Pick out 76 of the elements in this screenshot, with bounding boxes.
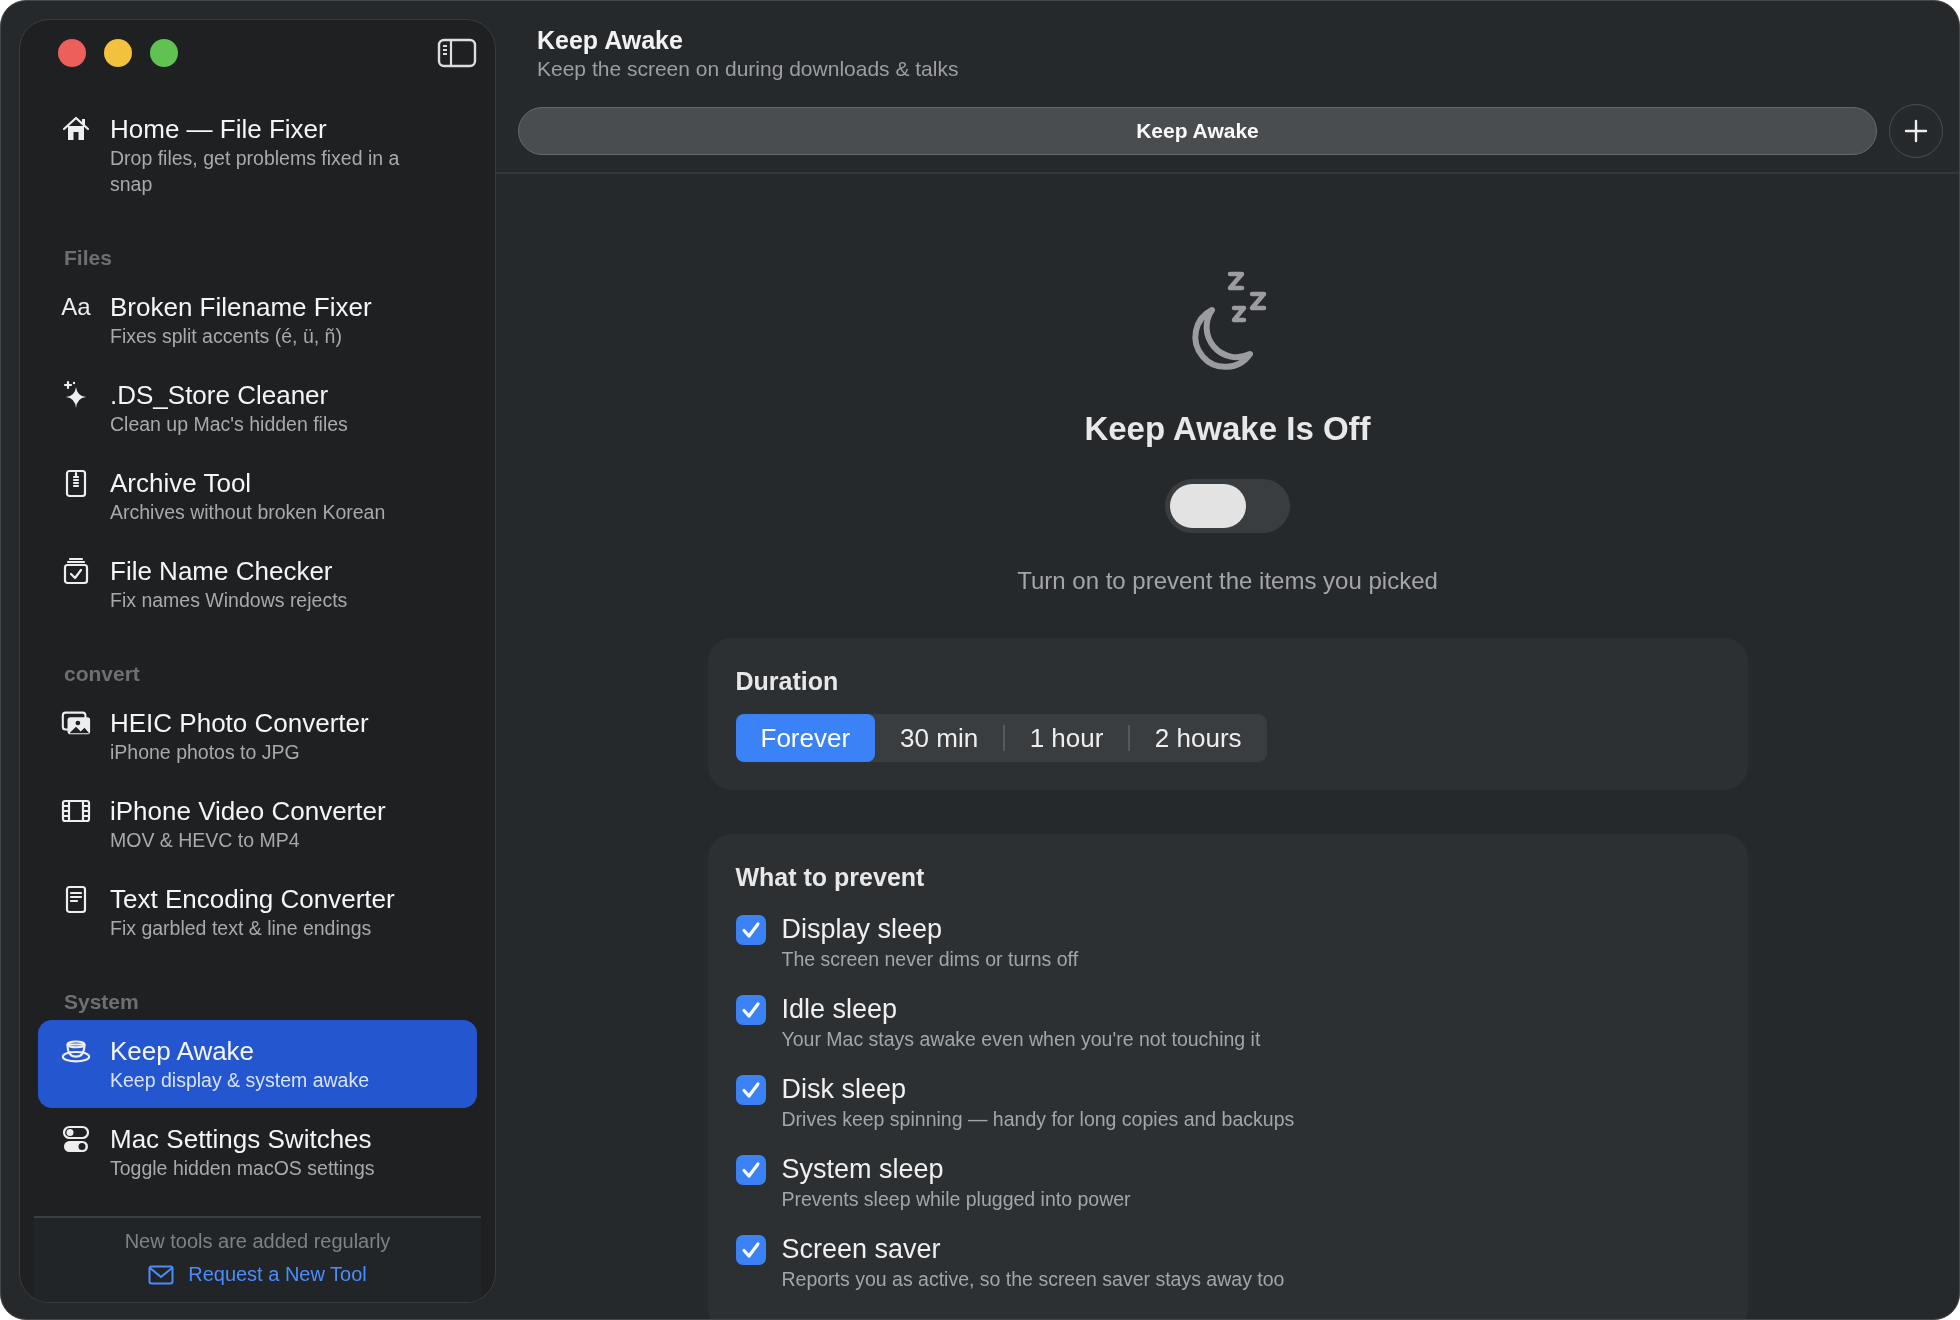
item-subtitle: Fix garbled text & line endings <box>110 916 373 941</box>
card-heading: What to prevent <box>735 862 925 892</box>
sidebar-item[interactable]: Aa Broken Filename Fixer Fixes split accents (é, ü, ñ) <box>38 276 477 364</box>
text-size-icon: Aa <box>61 291 91 323</box>
sidebar-item[interactable]: iPhone Video Converter MOV & HEVC to MP4 <box>38 780 477 868</box>
checkbox[interactable] <box>735 1235 766 1265</box>
option-description: Your Mac stays awake even when you're not touching it <box>781 1027 1261 1052</box>
footer-note: New tools are added regularly <box>124 1230 391 1253</box>
toggles-icon <box>60 1123 92 1155</box>
minimize-button[interactable] <box>104 39 132 67</box>
check-icon <box>739 999 762 1021</box>
sidebar-item[interactable]: Text Encoding Converter Fix garbled text & line endings <box>38 868 477 956</box>
sidebar-item[interactable]: Archive Tool Archives without broken Korean <box>38 452 477 540</box>
sidebar-item[interactable]: HEIC Photo Converter iPhone photos to JPG <box>38 692 477 780</box>
request-tool-link[interactable]: Request a New Tool <box>148 1263 367 1286</box>
checkbox[interactable] <box>735 915 766 945</box>
item-subtitle: Toggle hidden macOS settings <box>110 1156 375 1181</box>
item-subtitle: iPhone photos to JPG <box>110 740 301 765</box>
check-icon <box>739 1079 762 1101</box>
option-title: System sleep <box>781 1153 945 1186</box>
sidebar-item[interactable]: Keep Awake Keep display & system awake <box>38 1020 477 1108</box>
option-title: Idle sleep <box>781 993 899 1026</box>
option-description: Drives keep spinning — handy for long copies and backups <box>781 1107 1295 1132</box>
zoom-button[interactable] <box>150 39 178 67</box>
option-description: Reports you as active, so the screen saver stays away too <box>781 1267 1285 1292</box>
checkbox[interactable] <box>735 1075 766 1105</box>
item-title: Mac Settings Switches <box>110 1123 373 1155</box>
envelope-icon <box>148 1264 175 1285</box>
duration-option[interactable]: 30 min <box>875 714 1004 762</box>
item-subtitle: Drop files, get problems fixed in a snap <box>110 146 401 197</box>
option-title: Display sleep <box>781 913 944 946</box>
option-description: Prevents sleep while plugged into power <box>781 1187 1131 1212</box>
close-button[interactable] <box>58 39 86 67</box>
section-header: System <box>64 989 140 1015</box>
page-subtitle: Keep the screen on during downloads & talks <box>537 56 959 82</box>
plus-icon <box>1904 119 1928 143</box>
item-title: Text Encoding Converter <box>110 883 395 915</box>
status-title: Keep Awake Is Off <box>1084 409 1371 449</box>
option-title: Screen saver <box>781 1233 942 1266</box>
item-title: Archive Tool <box>110 467 253 499</box>
sidebar-item[interactable]: File Name Checker Fix names Windows rejects <box>38 540 477 628</box>
tab[interactable]: Keep Awake <box>518 107 1877 155</box>
section-header: Files <box>64 245 113 271</box>
checkbox[interactable] <box>735 1155 766 1185</box>
item-title: Home — File Fixer <box>110 113 328 145</box>
item-title: .DS_Store Cleaner <box>110 379 330 411</box>
status-caption: Turn on to prevent the items you picked <box>1017 566 1438 596</box>
sidebar-item[interactable]: Home — File Fixer Drop files, get problems fixed in a snap <box>38 98 477 212</box>
item-subtitle: Keep display & system awake <box>110 1068 370 1093</box>
item-subtitle: Archives without broken Korean <box>110 500 386 525</box>
duration-option[interactable]: Forever <box>735 714 876 762</box>
check-icon <box>739 1159 762 1181</box>
item-title: Keep Awake <box>110 1035 256 1067</box>
keep-awake-switch[interactable] <box>1165 479 1290 533</box>
check-icon <box>739 919 762 941</box>
item-title: HEIC Photo Converter <box>110 707 369 739</box>
duration-option[interactable]: 2 hours <box>1129 714 1267 762</box>
item-title: iPhone Video Converter <box>110 795 386 827</box>
check-icon <box>739 1239 762 1261</box>
item-subtitle: Fix names Windows rejects <box>110 588 348 613</box>
sidebar-toggle-icon[interactable] <box>437 37 477 69</box>
item-subtitle: Fixes split accents (é, ü, ñ) <box>110 324 343 349</box>
card-heading: Duration <box>735 666 839 696</box>
item-title: Broken Filename Fixer <box>110 291 372 323</box>
sidebar-item[interactable]: .DS_Store Cleaner Clean up Mac's hidden files <box>38 364 477 452</box>
sidebar-item[interactable]: Mac Settings Switches Toggle hidden macOS settings <box>38 1108 477 1196</box>
add-tab-button[interactable] <box>1889 104 1943 158</box>
checkbox[interactable] <box>735 995 766 1025</box>
section-header: convert <box>64 661 141 687</box>
item-title: File Name Checker <box>110 555 334 587</box>
item-subtitle: MOV & HEVC to MP4 <box>110 828 301 853</box>
option-description: The screen never dims or turns off <box>781 947 1079 972</box>
duration-option[interactable]: 1 hour <box>1004 714 1129 762</box>
item-subtitle: Clean up Mac's hidden files <box>110 412 348 437</box>
page-title: Keep Awake <box>537 25 683 55</box>
option-title: Disk sleep <box>781 1073 908 1106</box>
